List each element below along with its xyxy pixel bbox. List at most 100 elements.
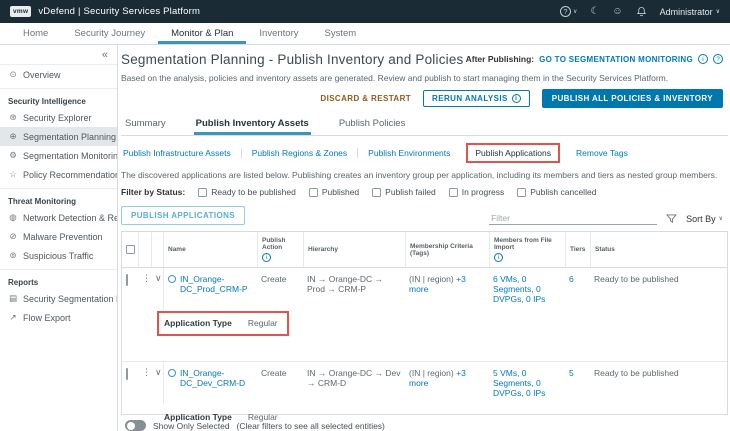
overview-icon: ⊙ [8,69,18,80]
main-content: Segmentation Planning - Publish Inventor… [118,45,730,431]
publish-all-button[interactable]: PUBLISH ALL POLICIES & INVENTORY [542,89,723,108]
show-only-selected-toggle[interactable] [125,420,146,431]
column-header-publish-action[interactable]: Publish Action i [257,232,303,267]
nav-tab-inventory[interactable]: Inventory [246,23,311,44]
application-name-link[interactable]: IN_Orange-DC_Dev_CRM-D [163,362,257,404]
filter-input[interactable] [489,212,657,225]
checkbox-ready-to-be-published[interactable]: Ready to be published [198,187,296,197]
members-from-import-link[interactable]: 5 VMs, 0 Segments, 0 DVPGs, 0 IPs [489,362,565,404]
dark-mode-toggle[interactable]: ☾ [590,7,599,17]
sidebar-item-overview[interactable]: ⊙ Overview [0,65,117,84]
status-cell: Ready to be published [590,362,727,404]
filter-funnel-icon[interactable] [666,214,677,224]
feedback-button[interactable]: ☺ [612,7,622,17]
header-spacer [138,232,151,267]
sidebar-item-label: Overview [23,70,61,80]
select-all-checkbox[interactable] [126,245,135,254]
help-icon[interactable]: ? [713,54,723,64]
sidebar-item-flow-export[interactable]: ↗ Flow Export [0,308,117,327]
sidebar-item-security-explorer[interactable]: ⊛ Security Explorer [0,108,117,127]
clear-filters-hint: (Clear filters to see all selected entit… [237,421,385,431]
bell-icon [636,6,647,17]
discard-restart-button[interactable]: DISCARD & RESTART [320,94,411,103]
help-icon: ? [560,6,571,17]
checkbox-published[interactable]: Published [309,187,359,197]
info-icon[interactable]: i [698,54,708,64]
application-type-label: Application Type [164,318,232,328]
tab-publish-policies[interactable]: Publish Policies [337,115,408,135]
sort-by-dropdown[interactable]: Sort By ∨ [686,214,723,224]
tiers-link[interactable]: 6 [565,268,590,310]
applications-intro-text: The discovered applications are listed b… [121,170,728,180]
nav-tab-security-journey[interactable]: Security Journey [61,23,158,44]
column-header-tiers[interactable]: Tiers [565,232,590,267]
row-actions-kebab-icon[interactable]: ⋮ [138,268,151,310]
sidebar-item-network-detection[interactable]: ◍ Network Detection & Res.. [0,208,117,227]
page-title: Segmentation Planning - Publish Inventor… [121,52,464,67]
column-header-status[interactable]: Status [590,232,727,267]
nav-tab-monitor-plan[interactable]: Monitor & Plan [158,23,246,44]
go-to-segmentation-monitoring-link[interactable]: GO TO SEGMENTATION MONITORING [539,55,693,64]
members-from-import-link[interactable]: 6 VMs, 0 Segments, 0 DVPGs, 0 IPs [489,268,565,310]
nav-tab-home[interactable]: Home [10,23,61,44]
grid-toolbar: PUBLISH APPLICATIONS Sort By ∨ [121,206,728,225]
info-icon[interactable]: i [262,253,271,262]
rerun-analysis-button[interactable]: RERUN ANALYSIS i [423,90,530,107]
sidebar-item-segmentation-planning[interactable]: ⊕ Segmentation Planning [0,127,117,146]
help-menu[interactable]: ? ∨ [560,6,577,17]
subtab-publish-applications-annotated[interactable]: Publish Applications [466,143,560,163]
user-menu[interactable]: Administrator ∨ [660,7,720,17]
checkbox-in-progress[interactable]: In progress [449,187,505,197]
subtab-publish-infrastructure-assets[interactable]: Publish Infrastructure Assets [121,148,241,158]
sidebar-item-security-segmentation-report[interactable]: ▤ Security Segmentation R.. [0,289,117,308]
nav-tab-system[interactable]: System [312,23,370,44]
show-only-selected-label: Show Only Selected [153,421,230,431]
sidebar-item-segmentation-monitoring[interactable]: ⚙ Segmentation Monitoring [0,146,117,165]
title-bar: vmw vDefend | Security Services Platform… [0,0,730,23]
info-icon[interactable]: i [494,253,503,262]
row-actions-kebab-icon[interactable]: ⋮ [138,362,151,404]
subtab-publish-environments[interactable]: Publish Environments [357,148,460,158]
publish-action-cell: Create [257,362,303,404]
group-icon [168,369,176,377]
sidebar-item-suspicious-traffic[interactable]: ⊚ Suspicious Traffic [0,246,117,265]
checkbox-publish-failed[interactable]: Publish failed [372,187,436,197]
publish-applications-button[interactable]: PUBLISH APPLICATIONS [121,206,245,225]
row-expand-chevron-icon[interactable]: ∨ [151,268,163,310]
tab-publish-inventory-assets[interactable]: Publish Inventory Assets [194,115,311,135]
row-checkbox[interactable] [126,274,128,286]
column-header-membership-criteria[interactable]: Membership Criteria (Tags) [405,232,489,267]
checkbox-label: In progress [462,187,505,197]
row-checkbox[interactable] [126,368,128,380]
notifications-button[interactable] [636,6,647,17]
bottom-bar: Show Only Selected (Clear filters to see… [121,415,728,431]
product-title: vDefend | Security Services Platform [38,6,200,17]
checkbox-icon [372,188,381,197]
page-actions: DISCARD & RESTART RERUN ANALYSIS i PUBLI… [121,89,723,108]
application-name-link[interactable]: IN_Orange-DC_Prod_CRM-P [163,268,257,310]
column-header-hierarchy[interactable]: Hierarchy [303,232,405,267]
checkbox-publish-cancelled[interactable]: Publish cancelled [517,187,596,197]
checkbox-label: Published [322,187,359,197]
tab-summary[interactable]: Summary [123,115,168,135]
smiley-icon: ☺ [612,7,622,17]
tiers-link[interactable]: 5 [565,362,590,404]
flow-export-icon: ↗ [8,312,18,323]
row-expand-chevron-icon[interactable]: ∨ [151,362,163,404]
primary-nav: Home Security Journey Monitor & Plan Inv… [0,23,730,45]
header-spacer [151,232,163,267]
sidebar-item-malware-prevention[interactable]: ⊘ Malware Prevention [0,227,117,246]
column-header-members-file-import[interactable]: Members from File Import i [489,232,565,267]
collapse-sidebar-button[interactable]: « [0,45,117,65]
column-header-name[interactable]: Name [163,232,257,267]
malware-prevention-icon: ⊘ [8,231,18,242]
group-icon [168,275,176,283]
table-header-row: Name Publish Action i Hierarchy Membersh… [122,232,727,268]
sidebar-item-policy-recommendations[interactable]: ☆ Policy Recommendations [0,165,117,184]
subtab-remove-tags[interactable]: Remove Tags [566,148,638,158]
sidebar: « ⊙ Overview Security Intelligence ⊛ Sec… [0,45,118,431]
subtab-publish-regions-zones[interactable]: Publish Regions & Zones [241,148,357,158]
vmware-logo: vmw [10,6,31,17]
column-header-label: Publish Action [262,237,299,251]
sub-tabs: Publish Infrastructure Assets Publish Re… [121,143,728,163]
